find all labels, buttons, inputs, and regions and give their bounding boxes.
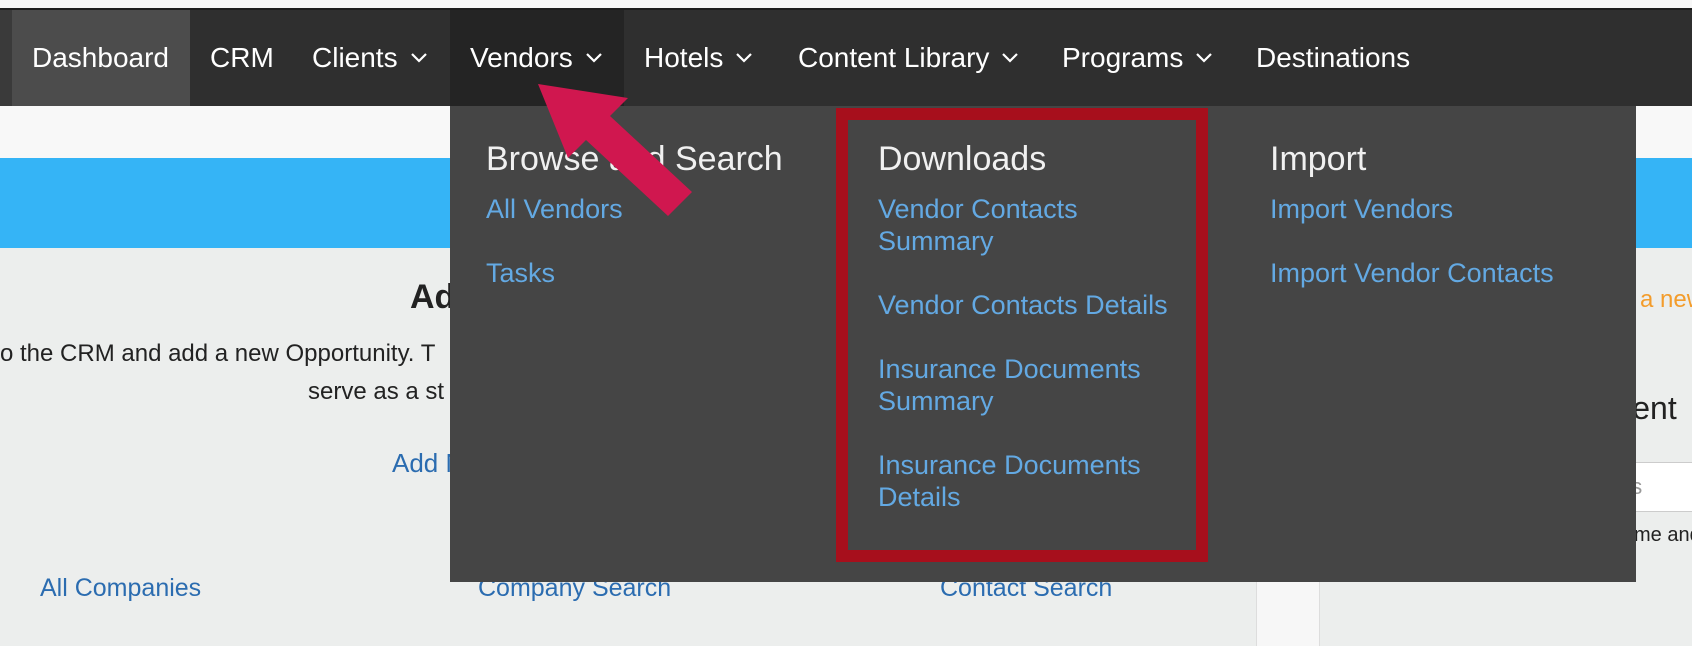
nav-item-programs[interactable]: Programs [1042, 10, 1233, 106]
chevron-down-icon [1196, 53, 1213, 63]
nav-item-label: Programs [1062, 42, 1184, 73]
nav-item-label: Vendors [470, 42, 573, 73]
nav-item-label: Hotels [644, 42, 724, 73]
nav-item-label: CRM [210, 42, 274, 73]
section-heading: Ad [410, 278, 456, 316]
import-vendors-link[interactable]: Import Vendors [1270, 193, 1554, 225]
add-new-link-orange[interactable]: a new [1640, 286, 1692, 314]
nav-item-vendors[interactable]: Vendors [450, 10, 624, 106]
vendor-contacts-summary-link[interactable]: Vendor Contacts Summary [878, 193, 1188, 257]
nav-item-label: Content Library [798, 42, 990, 73]
chevron-down-icon [736, 53, 753, 63]
nav-item-content-library[interactable]: Content Library [778, 10, 1039, 106]
all-vendors-link[interactable]: All Vendors [486, 193, 783, 225]
column-title: Browse and Search [486, 140, 783, 178]
nav-item-label: Clients [312, 42, 398, 73]
nav-item-label: Destinations [1256, 42, 1411, 73]
import-vendor-contacts-link[interactable]: Import Vendor Contacts [1270, 257, 1554, 289]
nav-item-hotels[interactable]: Hotels [624, 10, 773, 106]
chevron-down-icon [585, 53, 602, 63]
section-description: o the CRM and add a new Opportunity. T [0, 340, 436, 367]
chevron-down-icon [410, 53, 427, 63]
dropdown-column-browse: Browse and Search All Vendors Tasks [486, 140, 783, 321]
vendors-dropdown-menu: Browse and Search All Vendors Tasks Down… [450, 106, 1636, 582]
client-search-hint: me and [1634, 524, 1692, 546]
chevron-down-icon [1002, 53, 1019, 63]
column-title: Import [1270, 140, 1367, 178]
vendor-contacts-details-link[interactable]: Vendor Contacts Details [878, 289, 1188, 321]
main-navbar: Dashboard CRM Clients Vendors Hotels Con… [0, 8, 1692, 106]
nav-item-label: Dashboard [32, 42, 169, 73]
insurance-documents-summary-link[interactable]: Insurance Documents Summary [878, 353, 1188, 417]
dropdown-column-import: Import Import Vendors Import Vendor Cont… [1270, 140, 1554, 321]
tasks-link[interactable]: Tasks [486, 257, 783, 289]
nav-item-dashboard[interactable]: Dashboard [12, 10, 190, 106]
section-description-line2: serve as a st [308, 378, 445, 405]
nav-item-crm[interactable]: CRM [190, 10, 294, 106]
insurance-documents-details-link[interactable]: Insurance Documents Details [878, 449, 1188, 513]
nav-item-destinations[interactable]: Destinations [1236, 10, 1430, 106]
nav-item-clients[interactable]: Clients [292, 10, 448, 106]
all-companies-link[interactable]: All Companies [40, 574, 201, 603]
column-title: Downloads [878, 140, 1047, 178]
top-strip [0, 0, 1692, 8]
navbar-edge [0, 10, 12, 106]
dropdown-column-downloads: Downloads Vendor Contacts Summary Vendor… [878, 140, 1188, 545]
